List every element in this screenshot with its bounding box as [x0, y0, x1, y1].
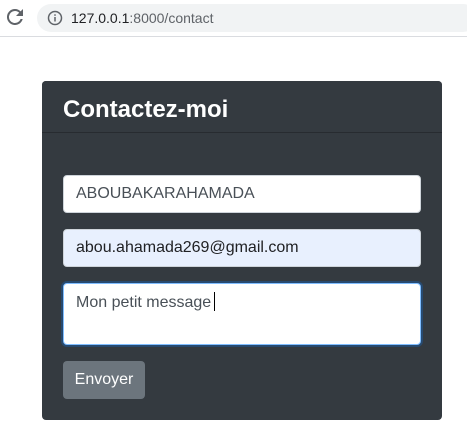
text-caret: [214, 292, 216, 311]
card-header: Contactez-moi: [42, 81, 442, 133]
name-field[interactable]: ABOUBAKARAHAMADA: [63, 175, 421, 213]
browser-toolbar: 127.0.0.1:8000/contact: [0, 0, 467, 37]
url-path: :8000/contact: [129, 10, 214, 26]
page-title: Contactez-moi: [63, 96, 229, 123]
reload-icon[interactable]: [5, 7, 25, 27]
address-bar[interactable]: 127.0.0.1:8000/contact: [37, 4, 467, 32]
url-text[interactable]: 127.0.0.1:8000/contact: [71, 10, 213, 26]
message-text: Mon petit message: [76, 294, 212, 311]
info-icon[interactable]: [47, 10, 63, 26]
message-textarea[interactable]: Mon petit message: [63, 283, 421, 345]
contact-card: Contactez-moi ABOUBAKARAHAMADA abou.aham…: [42, 81, 442, 420]
url-host: 127.0.0.1: [71, 10, 130, 26]
email-field[interactable]: abou.ahamada269@gmail.com: [63, 229, 421, 267]
submit-button[interactable]: Envoyer: [63, 361, 145, 399]
